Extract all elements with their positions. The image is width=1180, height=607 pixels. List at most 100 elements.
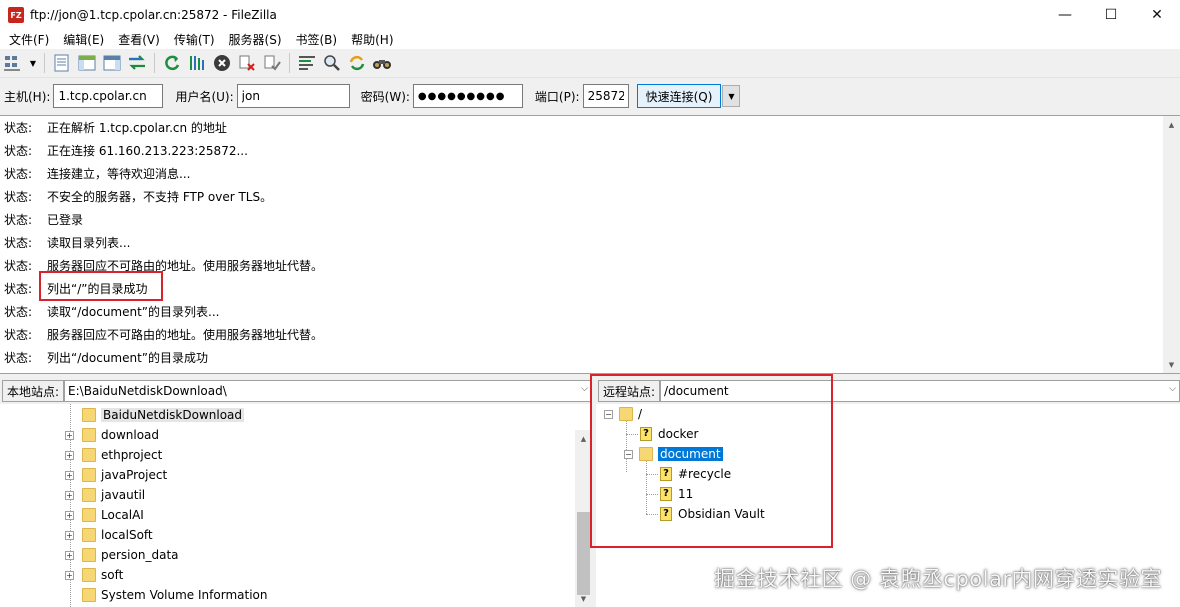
search-icon[interactable]	[321, 52, 343, 74]
log-row: 状态: 服务器回应不可路由的地址。使用服务器地址代替。	[0, 323, 1160, 346]
tree-item[interactable]: + javaProject	[65, 465, 167, 485]
tree-item-label: LocalAI	[101, 508, 144, 522]
expand-icon[interactable]: +	[65, 570, 74, 580]
port-label: 端口(P):	[534, 89, 580, 104]
close-button[interactable]: ✕	[1134, 0, 1180, 30]
tree-item[interactable]: + persion_data	[65, 545, 179, 565]
log-row: 状态: 服务器回应不可路由的地址。使用服务器地址代替。	[0, 254, 1160, 277]
username-input[interactable]	[236, 84, 350, 108]
cancel-icon[interactable]	[211, 52, 233, 74]
filezilla-window: FZ ftp://jon@1.tcp.cpolar.cn:25872 - Fil…	[0, 0, 1180, 607]
menu-help[interactable]: 帮助(H)	[344, 31, 400, 48]
menu-transfer[interactable]: 传输(T)	[167, 31, 222, 48]
menu-view[interactable]: 查看(V)	[111, 31, 167, 48]
host-label: 主机(H):	[4, 89, 51, 104]
log-type: 状态:	[4, 167, 33, 181]
password-input[interactable]	[412, 84, 523, 108]
scroll-thumb[interactable]	[577, 512, 590, 595]
tree-item[interactable]: + download	[65, 425, 159, 445]
expand-icon[interactable]: +	[65, 550, 74, 560]
directory-filter-icon[interactable]	[296, 52, 318, 74]
sync-browse-icon[interactable]	[346, 52, 368, 74]
toggle-remote-tree-icon[interactable]	[101, 52, 123, 74]
expand-icon[interactable]: +	[65, 470, 74, 480]
log-message: 已登录	[47, 213, 84, 227]
process-queue-icon[interactable]	[186, 52, 208, 74]
scroll-down-icon[interactable]: ▼	[1163, 356, 1180, 373]
local-path-input[interactable]: E:\BaiduNetdiskDownload\ ⌵	[64, 380, 592, 402]
message-log: 状态: 正在解析 1.tcp.cpolar.cn 的地址 状态: 正在连接 61.1…	[0, 115, 1180, 374]
quickconnect-dropdown-icon[interactable]: ▼	[722, 85, 741, 107]
log-message: 读取“/document”的目录列表...	[47, 305, 220, 319]
expand-icon[interactable]: +	[65, 450, 74, 460]
find-files-icon[interactable]	[371, 52, 393, 74]
quickconnect-bar: 主机(H): 用户名(U): 密码(W): 端口(P): 快速连接(Q) ▼	[0, 80, 1180, 112]
log-message: 服务器回应不可路由的地址。使用服务器地址代替。	[47, 328, 324, 342]
local-site-pane: 本地站点: E:\BaiduNetdiskDownload\ ⌵ BaiduNe…	[0, 378, 592, 607]
log-row: 状态: 读取“/document”的目录列表...	[0, 300, 1160, 323]
expand-icon[interactable]: +	[65, 510, 74, 520]
host-input[interactable]	[53, 84, 164, 108]
tree-item[interactable]: + soft	[65, 565, 123, 585]
local-site-header: 本地站点: E:\BaiduNetdiskDownload\ ⌵	[0, 378, 592, 404]
menu-bookmarks[interactable]: 书签(B)	[289, 31, 345, 48]
menu-server[interactable]: 服务器(S)	[222, 31, 289, 48]
maximize-button[interactable]: ☐	[1088, 0, 1134, 30]
chevron-down-icon[interactable]: ⌵	[581, 384, 588, 394]
log-row: 状态: 列出“/”的目录成功	[0, 277, 1160, 300]
chevron-down-icon[interactable]: ⌵	[1169, 384, 1176, 394]
window-title: ftp://jon@1.tcp.cpolar.cn:25872 - FileZi…	[30, 8, 277, 22]
tree-item[interactable]: System Volume Information	[82, 585, 267, 605]
toolbar-separator	[154, 53, 155, 73]
tree-item[interactable]: + javautil	[65, 485, 145, 505]
log-type: 状态:	[4, 236, 33, 250]
log-type: 状态:	[4, 144, 33, 158]
expand-icon[interactable]: +	[65, 430, 74, 440]
watermark-text: 掘金技术社区 @ 袁煦丞cpolar内网穿透实验室	[714, 567, 1162, 591]
scroll-down-icon[interactable]: ▼	[575, 590, 592, 607]
annotation-highlight-box	[590, 374, 833, 548]
log-type: 状态:	[4, 328, 33, 342]
annotation-highlight-box	[39, 271, 163, 301]
reconnect-icon[interactable]	[261, 52, 283, 74]
toggle-local-tree-icon[interactable]	[76, 52, 98, 74]
tree-item[interactable]: BaiduNetdiskDownload	[82, 405, 245, 425]
toggle-log-icon[interactable]	[51, 52, 73, 74]
tree-item-label: ethproject	[101, 448, 163, 462]
menu-file[interactable]: 文件(F)	[2, 31, 56, 48]
password-label: 密码(W):	[360, 89, 410, 104]
filezilla-app-icon: FZ	[8, 7, 24, 23]
log-scrollbar[interactable]: ▲ ▼	[1163, 116, 1180, 373]
refresh-icon[interactable]	[161, 52, 183, 74]
tree-item-label: persion_data	[101, 548, 179, 562]
log-row: 状态: 正在解析 1.tcp.cpolar.cn 的地址	[0, 116, 1160, 139]
folder-icon	[82, 488, 96, 502]
site-manager-icon[interactable]	[3, 52, 25, 74]
tree-item[interactable]: + ethproject	[65, 445, 162, 465]
expand-icon[interactable]: +	[65, 490, 74, 500]
port-input[interactable]	[582, 84, 629, 108]
tree-item-label: localSoft	[101, 528, 153, 542]
disconnect-icon[interactable]	[236, 52, 258, 74]
folder-icon	[82, 588, 96, 602]
local-directory-tree: BaiduNetdiskDownload + download + ethproje…	[0, 404, 592, 607]
tree-item-label: System Volume Information	[101, 588, 268, 602]
tree-item[interactable]: + LocalAI	[65, 505, 144, 525]
folder-icon	[82, 448, 96, 462]
tree-item[interactable]: + localSoft	[65, 525, 153, 545]
quickconnect-button[interactable]: 快速连接(Q)	[636, 84, 722, 108]
menu-edit[interactable]: 编辑(E)	[56, 31, 111, 48]
toolbar-separator	[44, 53, 45, 73]
log-message: 列出“/document”的目录成功	[47, 351, 209, 365]
toggle-queue-icon[interactable]	[126, 52, 148, 74]
tree-item-label: javaProject	[101, 468, 168, 482]
scroll-up-icon[interactable]: ▲	[1163, 116, 1180, 133]
site-manager-dropdown-icon[interactable]: ▼	[28, 52, 38, 74]
title-bar: FZ ftp://jon@1.tcp.cpolar.cn:25872 - Fil…	[0, 0, 1180, 30]
log-message: 连接建立，等待欢迎消息...	[47, 167, 191, 181]
minimize-button[interactable]: —	[1042, 0, 1088, 30]
log-type: 状态:	[4, 213, 33, 227]
username-label: 用户名(U):	[175, 89, 234, 104]
expand-icon[interactable]: +	[65, 530, 74, 540]
log-row: 状态: 不安全的服务器，不支持 FTP over TLS。	[0, 185, 1160, 208]
